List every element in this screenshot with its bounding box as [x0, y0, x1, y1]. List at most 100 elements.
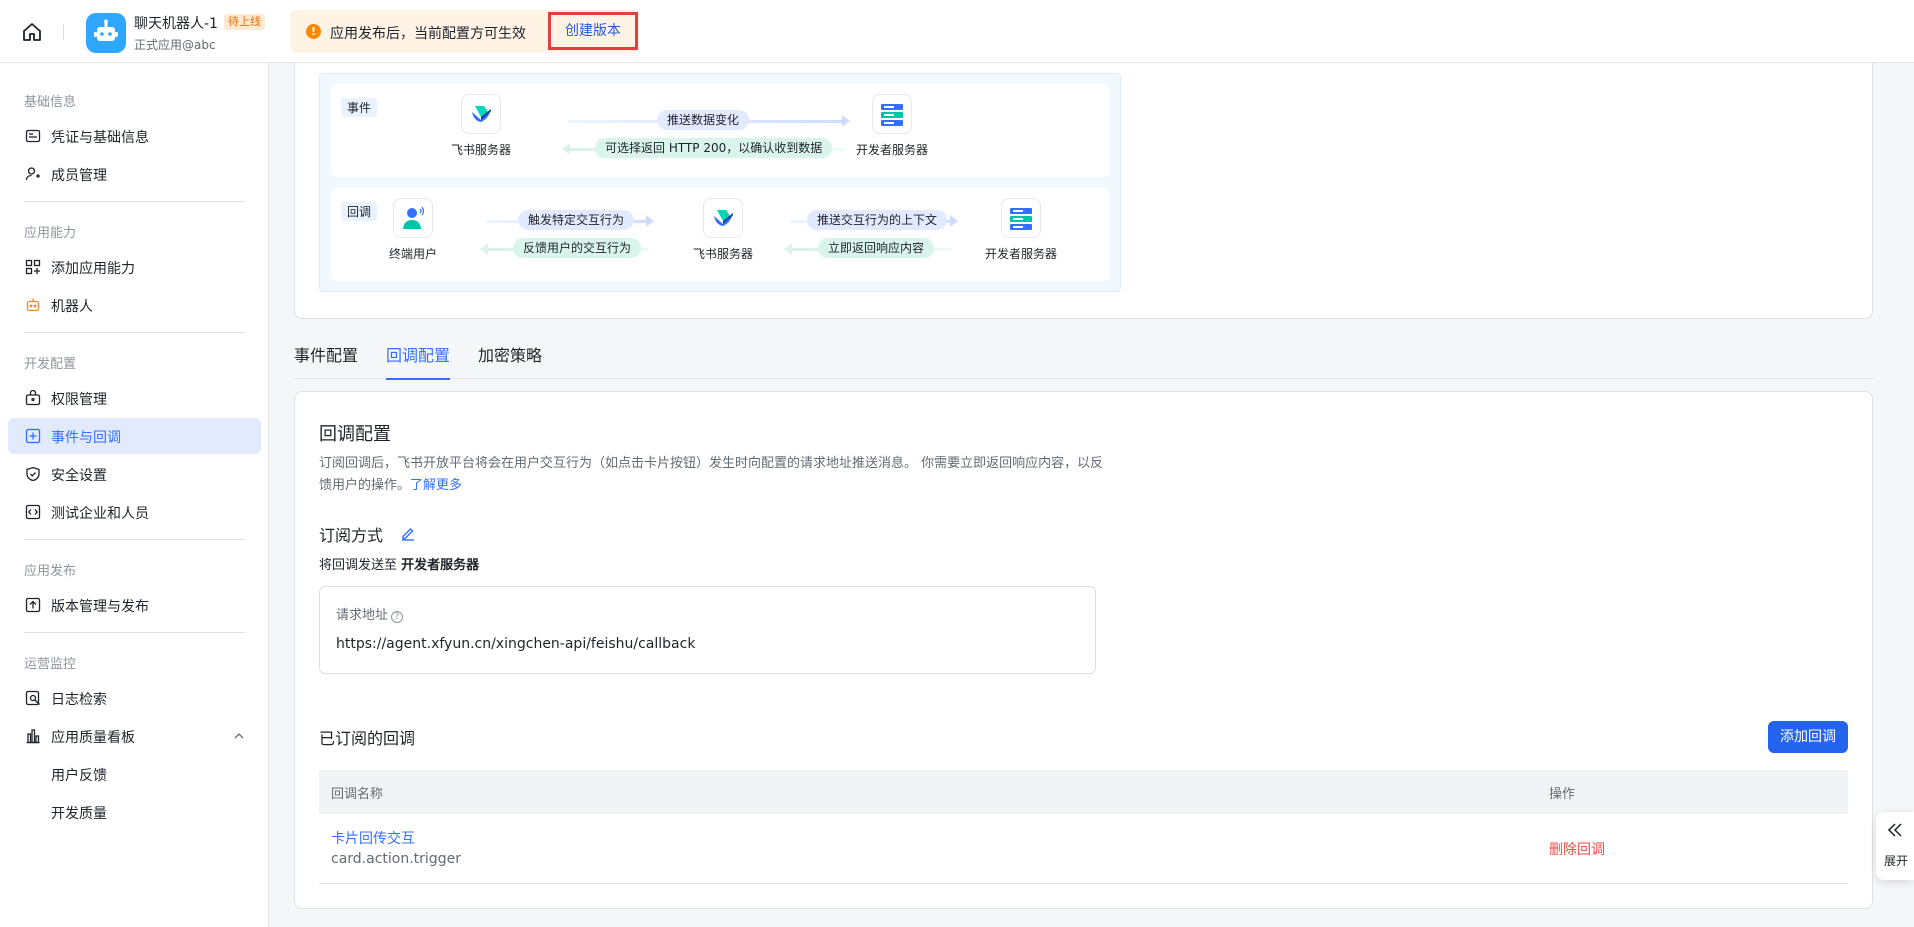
sidebar-item-events-callbacks[interactable]: 事件与回调	[8, 418, 261, 454]
sidebar-item-version-management[interactable]: 版本管理与发布	[8, 587, 261, 623]
config-tabs: 事件配置 回调配置 加密策略	[294, 345, 1873, 380]
tab-callback-config[interactable]: 回调配置	[386, 345, 451, 380]
tab-encryption[interactable]: 加密策略	[478, 345, 542, 379]
callback-config-card: 回调配置 订阅回调后，飞书开放平台将会在用户交互行为（如点击卡片按钮）发生时向配…	[294, 391, 1873, 909]
sidebar-item-add-capability[interactable]: 添加应用能力	[8, 249, 261, 285]
user-add-icon	[25, 167, 40, 181]
request-url-box: 请求地址? https://agent.xfyun.cn/xingchen-ap…	[319, 586, 1096, 674]
add-callback-button[interactable]: 添加回调	[1768, 721, 1848, 753]
event-tag: 事件	[341, 98, 378, 117]
node-label: 飞书服务器	[450, 143, 511, 157]
shield-icon	[26, 466, 40, 482]
delete-callback-link[interactable]: 删除回调	[1549, 839, 1605, 859]
dev-server-node: 开发者服务器	[976, 198, 1066, 262]
code-box-icon	[25, 504, 41, 520]
section-description: 订阅回调后，飞书开放平台将会在用户交互行为（如点击卡片按钮）发生时向配置的请求地…	[319, 453, 1109, 497]
feishu-server-node: 飞书服务器	[678, 198, 768, 262]
feishu-server-node: 飞书服务器	[436, 94, 526, 158]
subscribed-callbacks-title: 已订阅的回调	[319, 729, 416, 748]
help-icon[interactable]: ?	[391, 611, 404, 623]
sidebar-item-label: 版本管理与发布	[51, 599, 149, 615]
learn-more-link[interactable]: 了解更多	[410, 478, 462, 493]
double-chevron-left-icon	[1887, 823, 1902, 837]
sidebar-item-security[interactable]: 安全设置	[8, 456, 261, 492]
home-icon[interactable]	[20, 20, 44, 44]
sidebar-item-label: 机器人	[51, 299, 93, 315]
table-header: 回调名称 操作	[319, 770, 1848, 814]
flow-card: 事件 飞书服务器 推送数据变化 可选择返回 HTTP 200，以确认收到数据 开…	[294, 63, 1873, 319]
app-avatar[interactable]	[86, 13, 126, 53]
id-card-icon	[25, 129, 41, 143]
section-title: 回调配置	[319, 424, 391, 445]
flow-diagram: 事件 飞书服务器 推送数据变化 可选择返回 HTTP 200，以确认收到数据 开…	[319, 73, 1121, 292]
group-basic: 基础信息	[24, 95, 77, 110]
node-label: 开发者服务器	[984, 247, 1057, 261]
server-icon	[872, 94, 912, 134]
create-version-button[interactable]: 创建版本	[548, 12, 638, 50]
app-name: 聊天机器人-1	[134, 16, 218, 32]
column-header-action: 操作	[1549, 787, 1576, 802]
return-http-label: 可选择返回 HTTP 200，以确认收到数据	[595, 138, 833, 158]
server-icon	[1001, 198, 1041, 238]
grid-add-icon	[25, 259, 41, 275]
sidebar-item-members[interactable]: 成员管理	[8, 156, 261, 192]
dev-server-node: 开发者服务器	[847, 94, 937, 158]
sidebar-item-label: 安全设置	[51, 468, 107, 484]
callback-name-link[interactable]: 卡片回传交互	[331, 828, 415, 848]
sidebar-item-credentials[interactable]: 凭证与基础信息	[8, 118, 261, 154]
app-subtitle: 正式应用@abc	[134, 38, 216, 52]
bar-chart-icon	[26, 729, 40, 744]
event-flow-row: 事件 飞书服务器 推送数据变化 可选择返回 HTTP 200，以确认收到数据 开…	[331, 84, 1109, 177]
group-capability: 应用能力	[24, 226, 77, 241]
lock-bag-icon	[25, 390, 41, 406]
feishu-logo-icon	[703, 198, 743, 238]
node-label: 飞书服务器	[692, 247, 753, 261]
sidebar-item-quality-board[interactable]: 应用质量看板	[8, 718, 261, 754]
sidebar-item-bot[interactable]: 机器人	[8, 287, 261, 323]
sidebar-item-label: 用户反馈	[51, 768, 107, 784]
sidebar-item-test-enterprise[interactable]: 测试企业和人员	[8, 494, 261, 530]
divider	[63, 24, 64, 40]
group-monitor: 运营监控	[24, 657, 77, 672]
sidebar-item-user-feedback[interactable]: 用户反馈	[8, 756, 261, 792]
table-row: 卡片回传交互 card.action.trigger 删除回调	[319, 814, 1848, 884]
log-search-icon	[25, 690, 40, 706]
push-context-label: 推送交互行为的上下文	[807, 210, 948, 230]
sidebar: 基础信息 凭证与基础信息 成员管理 应用能力 添加应用能力 机器人 开发配置 权…	[0, 63, 269, 927]
sidebar-item-log-search[interactable]: 日志检索	[8, 680, 261, 716]
end-user-node: 终端用户	[368, 198, 458, 262]
sidebar-item-label: 凭证与基础信息	[51, 130, 149, 146]
sidebar-item-label: 事件与回调	[51, 430, 121, 446]
divider	[24, 201, 245, 202]
sidebar-item-dev-quality[interactable]: 开发质量	[8, 794, 261, 830]
tab-event-config[interactable]: 事件配置	[294, 345, 358, 379]
sidebar-item-permissions[interactable]: 权限管理	[8, 380, 261, 416]
group-publish: 应用发布	[24, 564, 77, 579]
callback-flow-row: 回调 终端用户 触发特定交互行为 反馈用户的交互行为 飞书服务器 推送交互行为的…	[331, 188, 1109, 281]
request-url-label: 请求地址?	[336, 604, 404, 623]
feedback-interaction-label: 反馈用户的交互行为	[513, 238, 642, 258]
user-icon	[393, 198, 433, 238]
app-status-badge: 待上线	[224, 14, 265, 30]
request-url-value: https://agent.xfyun.cn/xingchen-api/feis…	[336, 636, 696, 652]
sidebar-item-label: 权限管理	[51, 392, 107, 408]
divider	[24, 632, 245, 633]
trigger-interaction-label: 触发特定交互行为	[518, 210, 635, 230]
sidebar-item-label: 开发质量	[51, 806, 107, 822]
node-label: 开发者服务器	[855, 143, 928, 157]
edit-icon[interactable]	[399, 524, 417, 542]
bot-icon	[26, 298, 40, 312]
divider	[24, 332, 245, 333]
robot-icon	[94, 19, 118, 41]
notice-text: 应用发布后，当前配置方可生效	[330, 26, 526, 42]
warning-icon: !	[306, 24, 321, 39]
sidebar-item-label: 应用质量看板	[51, 730, 135, 746]
upload-icon	[25, 597, 41, 613]
column-header-name: 回调名称	[331, 787, 384, 802]
divider	[24, 539, 245, 540]
send-to-prefix: 将回调发送至	[319, 558, 398, 573]
expand-panel-button[interactable]: 展开	[1876, 812, 1914, 880]
push-data-label: 推送数据变化	[657, 110, 750, 130]
feishu-logo-icon	[461, 94, 501, 134]
top-bar: 聊天机器人-1 待上线 正式应用@abc ! 应用发布后，当前配置方可生效 创建…	[0, 0, 1914, 63]
